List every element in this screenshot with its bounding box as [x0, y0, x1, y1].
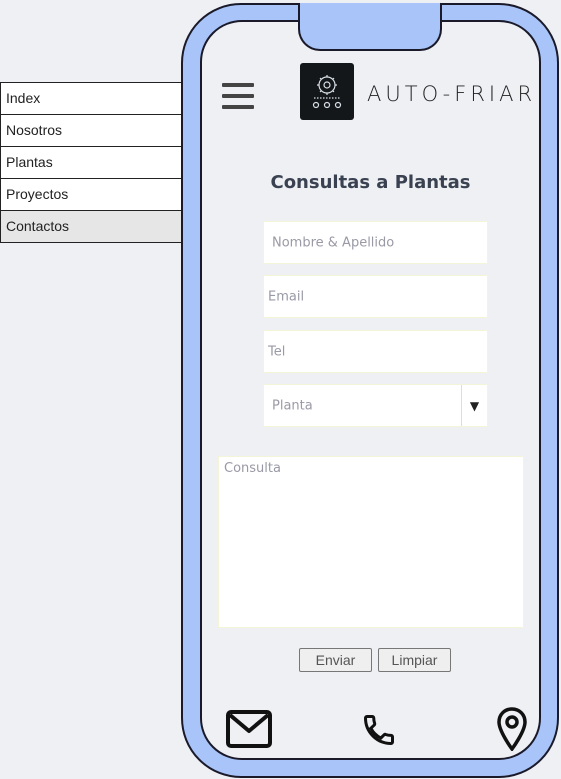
submit-button[interactable]: Enviar	[299, 648, 372, 672]
name-placeholder: Nombre & Apellido	[272, 235, 395, 250]
consulta-textarea[interactable]: Consulta	[218, 456, 524, 628]
location-pin-icon[interactable]	[496, 707, 528, 751]
phone-notch	[298, 3, 442, 51]
email-placeholder: Email	[268, 289, 305, 304]
menu-item-plantas[interactable]: Plantas	[0, 147, 200, 179]
email-input[interactable]: Email	[263, 275, 488, 318]
mail-icon[interactable]	[226, 710, 272, 748]
hamburger-icon[interactable]	[222, 83, 254, 111]
menu-item-proyectos[interactable]: Proyectos	[0, 179, 200, 211]
planta-select[interactable]: Planta ▼	[263, 384, 488, 427]
gear-network-icon	[312, 75, 342, 109]
chevron-down-icon[interactable]: ▼	[461, 385, 487, 426]
phone-icon[interactable]	[361, 712, 397, 748]
brand-name: AUTO-FRIAR	[367, 82, 537, 106]
logo	[300, 63, 354, 120]
menu-item-contactos[interactable]: Contactos	[0, 211, 200, 243]
name-input[interactable]: Nombre & Apellido	[263, 221, 488, 264]
menu-item-index[interactable]: Index	[0, 82, 200, 115]
reset-button[interactable]: Limpiar	[378, 648, 451, 672]
menu-item-nosotros[interactable]: Nosotros	[0, 115, 200, 147]
tel-placeholder: Tel	[268, 344, 286, 359]
consulta-placeholder: Consulta	[224, 461, 281, 476]
form-title: Consultas a Plantas	[270, 172, 471, 193]
side-menu: Index Nosotros Plantas Proyectos Contact…	[0, 82, 200, 243]
planta-placeholder: Planta	[272, 398, 313, 413]
tel-input[interactable]: Tel	[263, 330, 488, 373]
